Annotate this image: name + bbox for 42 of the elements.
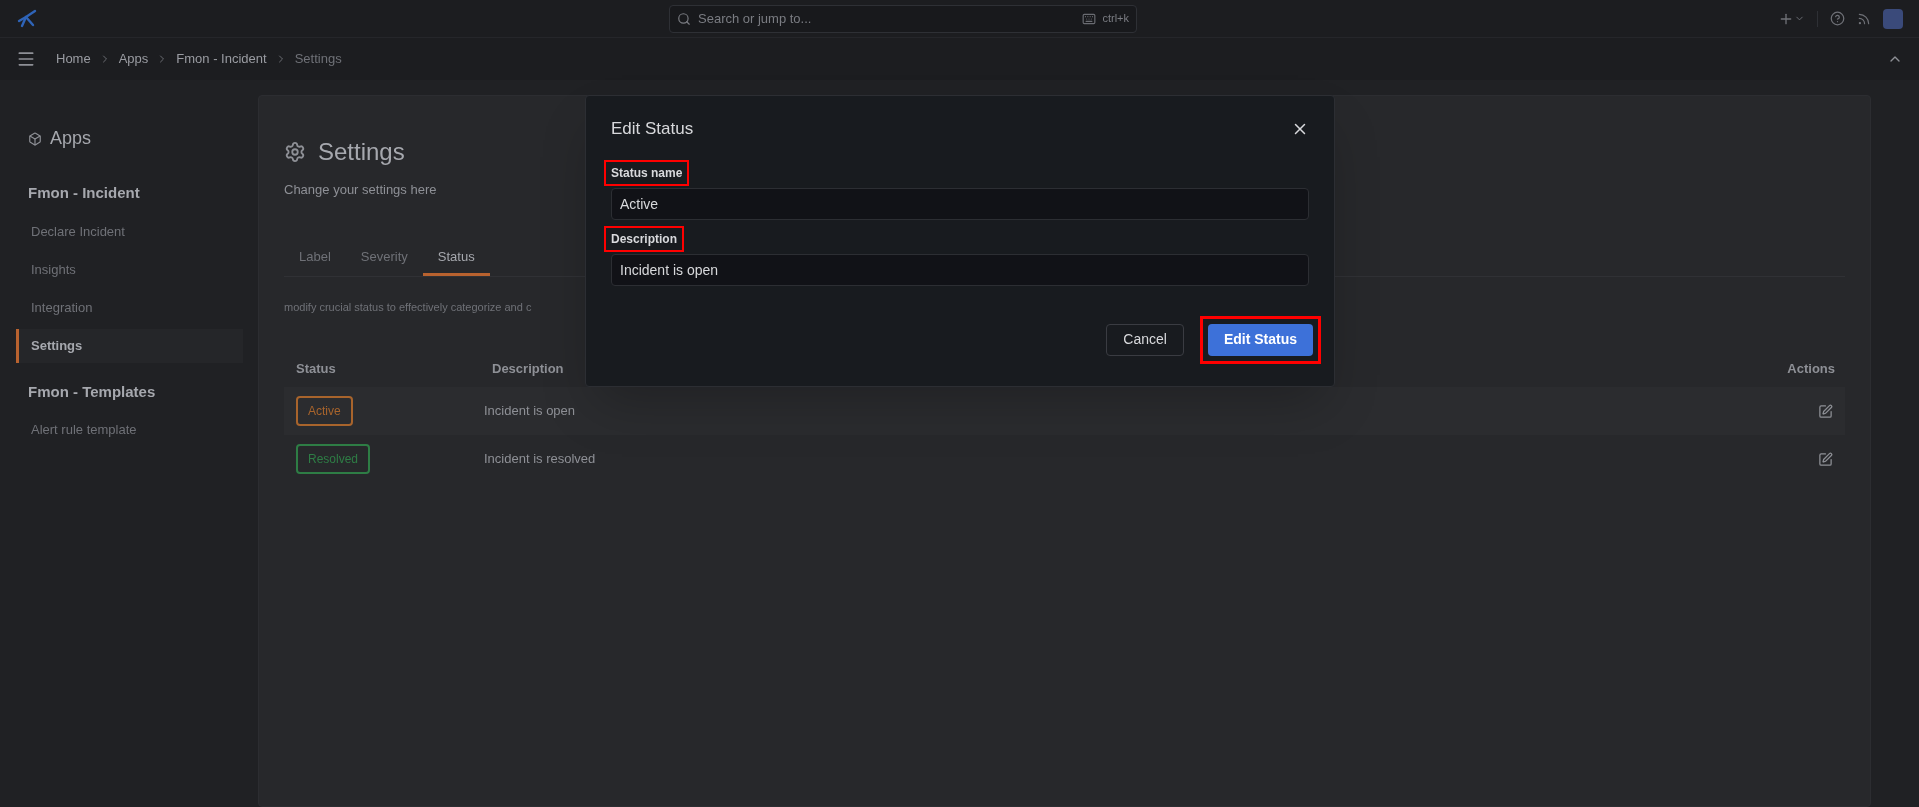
sidebar-item[interactable]: Alert rule template [16,413,243,447]
tab[interactable]: Status [422,241,490,276]
edit-icon[interactable] [1818,403,1833,419]
text-input[interactable]: Active [611,187,1309,220]
sidebar-item[interactable]: Integration [16,290,243,325]
sidebar-item[interactable]: Insights [16,252,243,287]
table-cell-text: Incident is resolved [484,450,597,469]
avatar[interactable] [1883,8,1903,29]
logo-icon[interactable] [16,7,38,30]
cube-icon [28,131,42,146]
text-input[interactable]: Incident is open [611,253,1309,286]
dialog-title: Edit Status [611,118,694,140]
field-label: Description [604,225,684,252]
sidebar-heading: Fmon - Templates [27,381,157,402]
sidebar-item[interactable]: Declare Incident [16,214,243,249]
field-label: Status name [604,159,690,186]
menu-icon[interactable] [16,49,36,69]
edit-icon[interactable] [1818,451,1833,467]
column-header: Actions [1787,360,1836,379]
search-icon [677,11,691,26]
sidebar-title: Apps [50,127,92,150]
breadcrumb-link[interactable]: Settings [294,49,342,69]
rss-icon[interactable] [1857,11,1871,26]
status-tag: Active [296,396,353,426]
hint-text: modify crucial status to effectively categorize and c [284,299,533,315]
column-header: Status [295,360,337,379]
shortcut-hint: ctrl+k [1102,11,1129,27]
dialog-button[interactable]: Cancel [1106,323,1184,356]
breadcrumb-link[interactable]: Fmon - Incident [176,49,267,69]
page-subtitle: Change your settings here [284,181,438,199]
breadcrumb-link[interactable]: Apps [118,49,149,69]
column-header: Description [491,360,565,379]
keyboard-icon [1082,11,1097,26]
help-icon[interactable] [1830,11,1845,26]
sidebar-item[interactable]: Settings [16,328,243,363]
settings-icon [284,141,306,163]
breadcrumb-link[interactable]: Home [56,49,91,69]
page-title: Settings [318,137,405,167]
sidebar-heading: Fmon - Incident [27,183,141,203]
dialog-button[interactable]: Edit Status [1207,323,1313,356]
table-cell-text: Incident is open [484,402,577,421]
status-tag: Resolved [296,444,371,474]
